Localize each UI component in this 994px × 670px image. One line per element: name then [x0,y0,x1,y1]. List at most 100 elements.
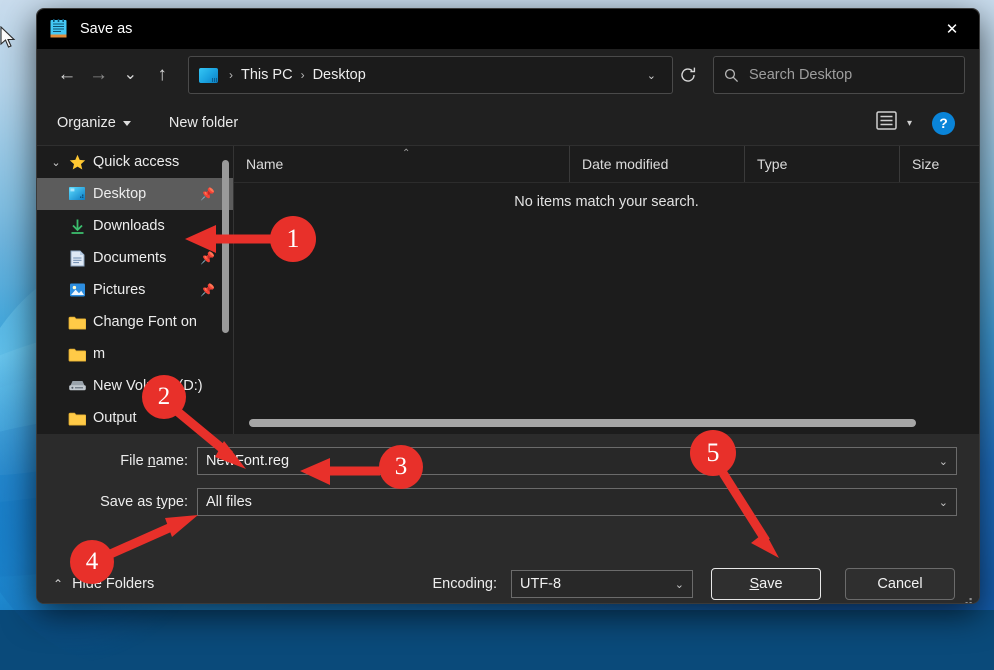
sidebar-item-quick-access[interactable]: ⌄ Quick access [37,146,233,178]
marker-circle-3: 3 [379,445,423,489]
close-icon[interactable]: ✕ [925,9,979,49]
file-name-row: File name: NewFont.reg ⌄ [37,446,979,476]
save-as-type-label-post: ype: [160,494,188,510]
sidebar-item-label: Downloads [93,218,165,234]
close-glyph: ✕ [945,21,959,38]
file-name-accesskey: n [147,453,156,469]
chevron-down-icon[interactable]: ⌄ [939,455,948,468]
chevron-down-icon[interactable]: ⌄ [675,578,684,591]
view-chevron-down-icon[interactable]: ▾ [907,118,912,129]
horizontal-scrollbar[interactable] [240,416,973,428]
sidebar-item-label: Change Font on [93,314,197,330]
sort-ascending-icon: ⌃ [402,148,411,159]
save-as-type-row: Save as type: All files ⌄ [37,487,979,517]
this-pc-icon [199,67,218,83]
breadcrumb-desktop[interactable]: Desktop [310,67,369,83]
list-view-icon[interactable] [870,109,903,137]
download-icon [65,218,89,235]
pin-icon[interactable]: 📌 [200,283,215,297]
forward-button[interactable]: → [83,59,115,91]
organize-label: Organize [57,115,116,131]
save-form: File name: NewFont.reg ⌄ Save as type: A… [37,434,979,554]
help-glyph: ? [939,115,948,131]
breadcrumb-separator: › [229,68,233,82]
file-list-pane: Name Date modified Type Size ⌃ No items … [233,146,979,434]
navigation-pane: ⌄ Quick access Desktop 📌 Downloads Docum… [37,146,233,434]
up-button[interactable]: ↑ [146,59,178,91]
column-label: Type [757,156,788,172]
folder-icon [65,347,89,362]
sidebar-item-label: Pictures [93,282,146,298]
title-bar: Save as ✕ [37,9,979,49]
file-name-value: NewFont.reg [206,453,290,469]
sidebar-item-output[interactable]: Output [37,402,233,434]
desktop-icon [65,186,89,202]
save-as-dialog: Save as ✕ ← → ⌄ ↑ › This PC › Desktop ⌄ [36,8,980,604]
sidebar-item-change-font-on[interactable]: Change Font on [37,306,233,338]
drive-icon [65,379,89,393]
encoding-value: UTF-8 [520,576,562,592]
column-label: Date modified [582,156,669,172]
column-header-type[interactable]: Type [744,146,899,182]
sidebar-item-label: Documents [93,250,167,266]
cancel-button[interactable]: Cancel [845,568,955,600]
chevron-down-icon[interactable]: ⌄ [47,156,65,169]
sidebar-item-downloads[interactable]: Downloads [37,210,233,242]
marker-circle-2: 2 [142,375,186,419]
horizontal-scrollbar-thumb[interactable] [249,419,916,427]
sidebar-item-label: Desktop [93,186,147,202]
column-header-date-modified[interactable]: Date modified [569,146,744,182]
resize-grip-icon[interactable] [961,598,973,604]
sidebar-item-new-volume-d[interactable]: New Volume (D:) [37,370,233,402]
marker-circle-4: 4 [70,540,114,584]
pin-icon[interactable]: 📌 [200,187,215,201]
file-name-label: File name: [37,453,197,469]
sidebar-item-documents[interactable]: Documents 📌 [37,242,233,274]
encoding-select[interactable]: UTF-8 ⌄ [511,570,693,598]
address-bar[interactable]: › This PC › Desktop ⌄ [188,56,673,94]
new-folder-button[interactable]: New folder [161,111,246,135]
search-icon [724,68,739,82]
column-header-size[interactable]: Size [899,146,979,182]
refresh-icon[interactable] [673,58,703,92]
marker-number: 1 [286,224,300,253]
sidebar-item-pictures[interactable]: Pictures 📌 [37,274,233,306]
file-name-label-post: ame: [155,453,188,469]
folder-icon [65,315,89,330]
marker-circle-5: 5 [690,430,736,476]
recent-locations-button[interactable]: ⌄ [115,59,147,91]
column-headers: Name Date modified Type Size ⌃ [234,146,979,183]
save-label-rest: ave [759,576,783,592]
column-label: Size [912,156,940,172]
chevron-down-icon[interactable]: ⌄ [939,496,948,509]
command-bar: Organize New folder ▾ ? [37,101,979,145]
view-options-group: ▾ ? [870,109,967,137]
save-as-type-label-pre: Save as [100,494,157,510]
breadcrumb-separator: › [300,68,305,82]
address-chevron-down-icon[interactable]: ⌄ [637,69,666,82]
dialog-footer: ⌃ Hide Folders Encoding: UTF-8 ⌄ Save Ca… [37,554,979,604]
breadcrumb-this-pc[interactable]: This PC [238,67,296,83]
save-as-type-label: Save as type: [37,494,197,510]
back-button[interactable]: ← [51,59,83,91]
sidebar-scrollbar-thumb[interactable] [222,160,229,333]
document-icon [65,250,89,267]
marker-circle-1: 1 [270,216,316,262]
search-input[interactable]: Search Desktop [712,56,965,94]
footer-actions: Encoding: UTF-8 ⌄ Save Cancel [433,568,964,600]
organize-button[interactable]: Organize [49,111,139,135]
mouse-cursor [0,26,16,48]
back-arrow-icon: ← [57,64,77,85]
save-button[interactable]: Save [711,568,821,600]
new-folder-label: New folder [168,115,239,131]
help-button[interactable]: ? [932,111,955,135]
column-label: Name [246,156,284,172]
marker-number: 2 [157,383,171,410]
pin-icon[interactable]: 📌 [200,251,215,265]
sidebar-item-desktop[interactable]: Desktop 📌 [37,178,233,210]
save-as-type-select[interactable]: All files ⌄ [197,488,957,516]
save-accesskey: S [749,576,760,592]
star-icon [65,154,89,171]
sidebar-item-m[interactable]: m [37,338,233,370]
file-name-input[interactable]: NewFont.reg ⌄ [197,447,957,475]
